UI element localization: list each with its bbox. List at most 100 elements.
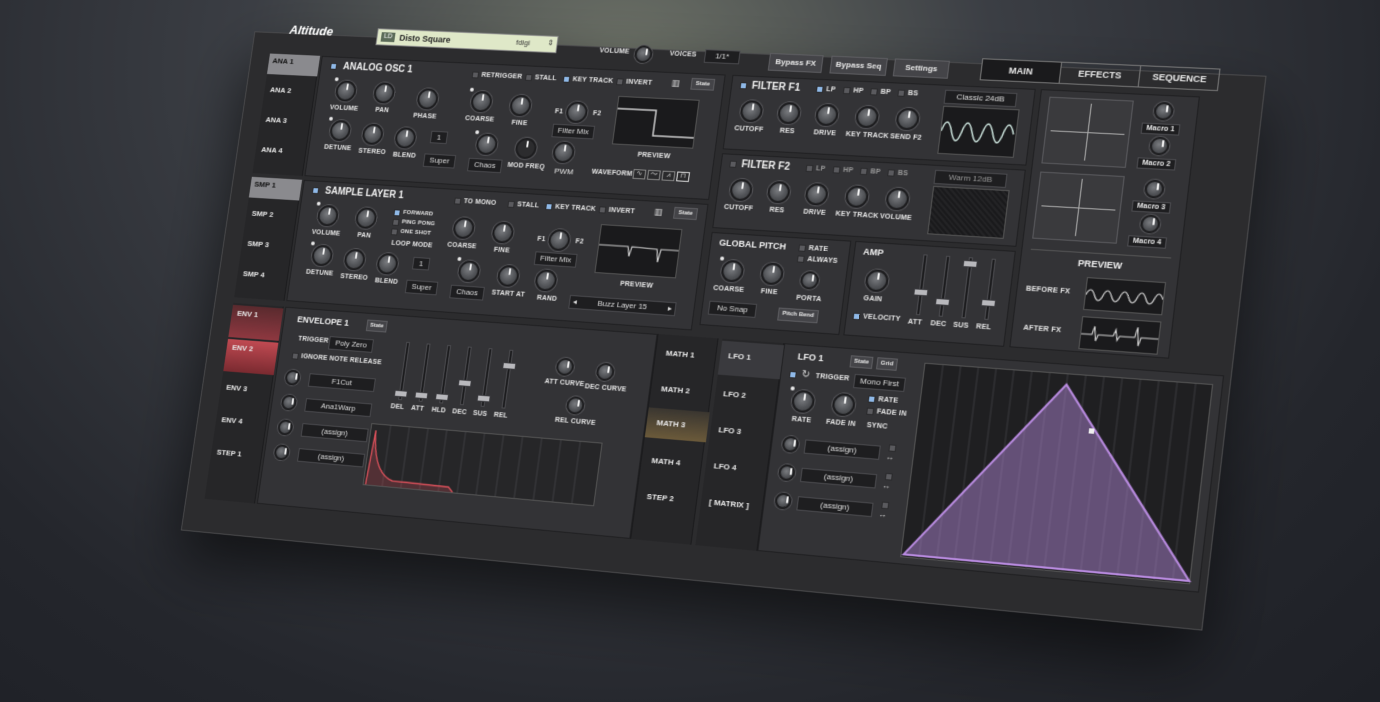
- lfo-retrigger-icon[interactable]: ↻: [801, 369, 811, 381]
- next-sample-arrow-icon[interactable]: ▸: [667, 303, 673, 315]
- env-trigger-select[interactable]: Poly Zero: [327, 336, 374, 353]
- filter1-lp-checkbox[interactable]: [815, 85, 824, 93]
- env-del-handle[interactable]: [393, 390, 408, 398]
- env-rel-track[interactable]: [501, 349, 514, 409]
- lfo-rate-knob[interactable]: [790, 389, 816, 414]
- filter2-bs-checkbox[interactable]: [887, 169, 896, 177]
- sample-fine-knob[interactable]: [491, 221, 515, 244]
- osc-pan-knob[interactable]: [372, 82, 396, 104]
- lfo-enable-checkbox[interactable]: [788, 370, 797, 379]
- sample-invert-checkbox[interactable]: [598, 206, 607, 214]
- sample-filter-mix-knob[interactable]: [547, 228, 572, 252]
- osc-blend-knob[interactable]: [393, 126, 418, 149]
- osc-tab-ana3[interactable]: ANA 3: [265, 115, 287, 125]
- step-tab-2[interactable]: STEP 2: [646, 492, 674, 503]
- pitch-porta-knob[interactable]: [799, 270, 820, 290]
- env-mod-amount-knob[interactable]: [284, 369, 301, 386]
- env-dec-handle[interactable]: [457, 379, 472, 388]
- lfo-mod-direction-icon[interactable]: ↔: [881, 481, 890, 491]
- smp-tab-3[interactable]: SMP 3: [247, 239, 270, 249]
- master-volume-knob[interactable]: [633, 45, 654, 64]
- sample-blend-knob[interactable]: [375, 252, 400, 276]
- filter1-bs-checkbox[interactable]: [897, 89, 906, 97]
- env-mod-amount-knob[interactable]: [276, 419, 294, 436]
- to-mono-checkbox[interactable]: [453, 197, 462, 205]
- lfo-mod-bipolar-checkbox[interactable]: [888, 444, 897, 453]
- amp-rel-handle[interactable]: [980, 298, 997, 307]
- osc-mod-freq-knob[interactable]: [514, 137, 538, 160]
- sample-stall-checkbox[interactable]: [507, 200, 515, 208]
- lfo-sync-rate-checkbox[interactable]: [867, 395, 876, 404]
- filter2-enable-checkbox[interactable]: [729, 160, 737, 168]
- saw-wave-icon[interactable]: ⩘: [661, 170, 676, 182]
- math-tab-2[interactable]: MATH 2: [661, 384, 691, 395]
- filter2-res-knob[interactable]: [766, 180, 792, 204]
- filter2-lp-checkbox[interactable]: [805, 164, 814, 173]
- macro-1-knob[interactable]: [1152, 101, 1175, 121]
- preset-display[interactable]: LD Disto Square fdigi ⇕: [375, 28, 559, 54]
- att-curve-knob[interactable]: [555, 357, 575, 377]
- osc-chaos-mode[interactable]: Chaos: [467, 157, 503, 174]
- osc-chaos-knob[interactable]: [475, 133, 499, 156]
- lfo-state-button[interactable]: State: [849, 355, 874, 370]
- preset-stepper-icon[interactable]: ⇕: [547, 38, 555, 47]
- env-tab-3[interactable]: ENV 3: [226, 383, 248, 393]
- env-mod-target[interactable]: Ana1Warp: [304, 398, 373, 418]
- filter2-drive-knob[interactable]: [804, 182, 830, 206]
- pitch-fine-knob[interactable]: [759, 262, 785, 286]
- filter1-key-track-knob[interactable]: [854, 105, 880, 129]
- filter1-bp-checkbox[interactable]: [869, 88, 878, 96]
- amp-velocity-checkbox[interactable]: [852, 312, 861, 321]
- lfo-mod-target[interactable]: (assign): [803, 439, 881, 460]
- stall-checkbox[interactable]: [524, 73, 533, 82]
- lfo-mod-target[interactable]: (assign): [796, 496, 874, 518]
- osc-stereo-knob[interactable]: [361, 123, 385, 146]
- sample-start-at-knob[interactable]: [496, 264, 521, 288]
- smp-tab-1[interactable]: SMP 1: [248, 176, 303, 201]
- env-mod-target[interactable]: (assign): [300, 423, 369, 443]
- prev-sample-arrow-icon[interactable]: ◂: [572, 296, 577, 308]
- lfo-mod-target[interactable]: (assign): [799, 467, 878, 489]
- macro-xy-pad-1[interactable]: [1041, 96, 1134, 168]
- filter2-volume-knob[interactable]: [884, 187, 911, 211]
- filter2-key-track-knob[interactable]: [844, 185, 870, 209]
- osc-tab-ana1[interactable]: ANA 1: [266, 53, 321, 77]
- osc-detune-knob[interactable]: [328, 119, 352, 142]
- loop-one-shot-radio[interactable]: [390, 228, 399, 236]
- osc-tab-ana4[interactable]: ANA 4: [261, 145, 283, 155]
- bypass-seq-button[interactable]: Bypass Seq: [829, 55, 888, 76]
- bypass-fx-button[interactable]: Bypass FX: [767, 52, 824, 74]
- env-mod-target[interactable]: F1Cut: [307, 373, 376, 393]
- lfo-tab-1[interactable]: LFO 1: [717, 340, 785, 380]
- amp-dec-handle[interactable]: [934, 298, 951, 307]
- lfo-sync-fade-checkbox[interactable]: [866, 407, 875, 416]
- filter2-bp-checkbox[interactable]: [859, 167, 868, 176]
- filter1-drive-knob[interactable]: [814, 103, 840, 127]
- filter1-res-knob[interactable]: [776, 101, 802, 125]
- amp-sus-handle[interactable]: [962, 259, 978, 268]
- settings-button[interactable]: Settings: [892, 58, 950, 79]
- step-tab-1[interactable]: STEP 1: [216, 448, 242, 459]
- sample-super-mode[interactable]: Super: [404, 279, 439, 296]
- sample-stereo-knob[interactable]: [343, 248, 367, 271]
- math-tab-3[interactable]: MATH 3: [644, 407, 710, 443]
- filter1-enable-checkbox[interactable]: [739, 82, 748, 90]
- sample-chaos-knob[interactable]: [457, 259, 481, 283]
- sample-volume-knob[interactable]: [316, 204, 340, 227]
- voices-field[interactable]: 1/1*: [703, 49, 741, 65]
- sample-name-selector[interactable]: ◂ Buzz Layer 15 ▸: [568, 294, 677, 317]
- triangle-wave-icon[interactable]: 〜: [646, 169, 661, 181]
- osc-state-button[interactable]: State: [690, 77, 716, 91]
- osc-super-mode[interactable]: Super: [422, 153, 457, 169]
- sample-state-button[interactable]: State: [673, 206, 699, 221]
- lfo-graph[interactable]: [900, 362, 1213, 585]
- invert-checkbox[interactable]: [616, 78, 624, 86]
- osc-unison-voices[interactable]: 1: [429, 130, 449, 145]
- sample-coarse-knob[interactable]: [451, 216, 476, 240]
- matrix-tab[interactable]: [ MATRIX ]: [708, 497, 749, 510]
- amp-att-handle[interactable]: [913, 288, 929, 297]
- amp-dec-track[interactable]: [938, 255, 951, 317]
- lfo-tab-2[interactable]: LFO 2: [723, 389, 747, 400]
- ignore-release-checkbox[interactable]: [291, 352, 299, 360]
- env-hld-handle[interactable]: [434, 393, 449, 402]
